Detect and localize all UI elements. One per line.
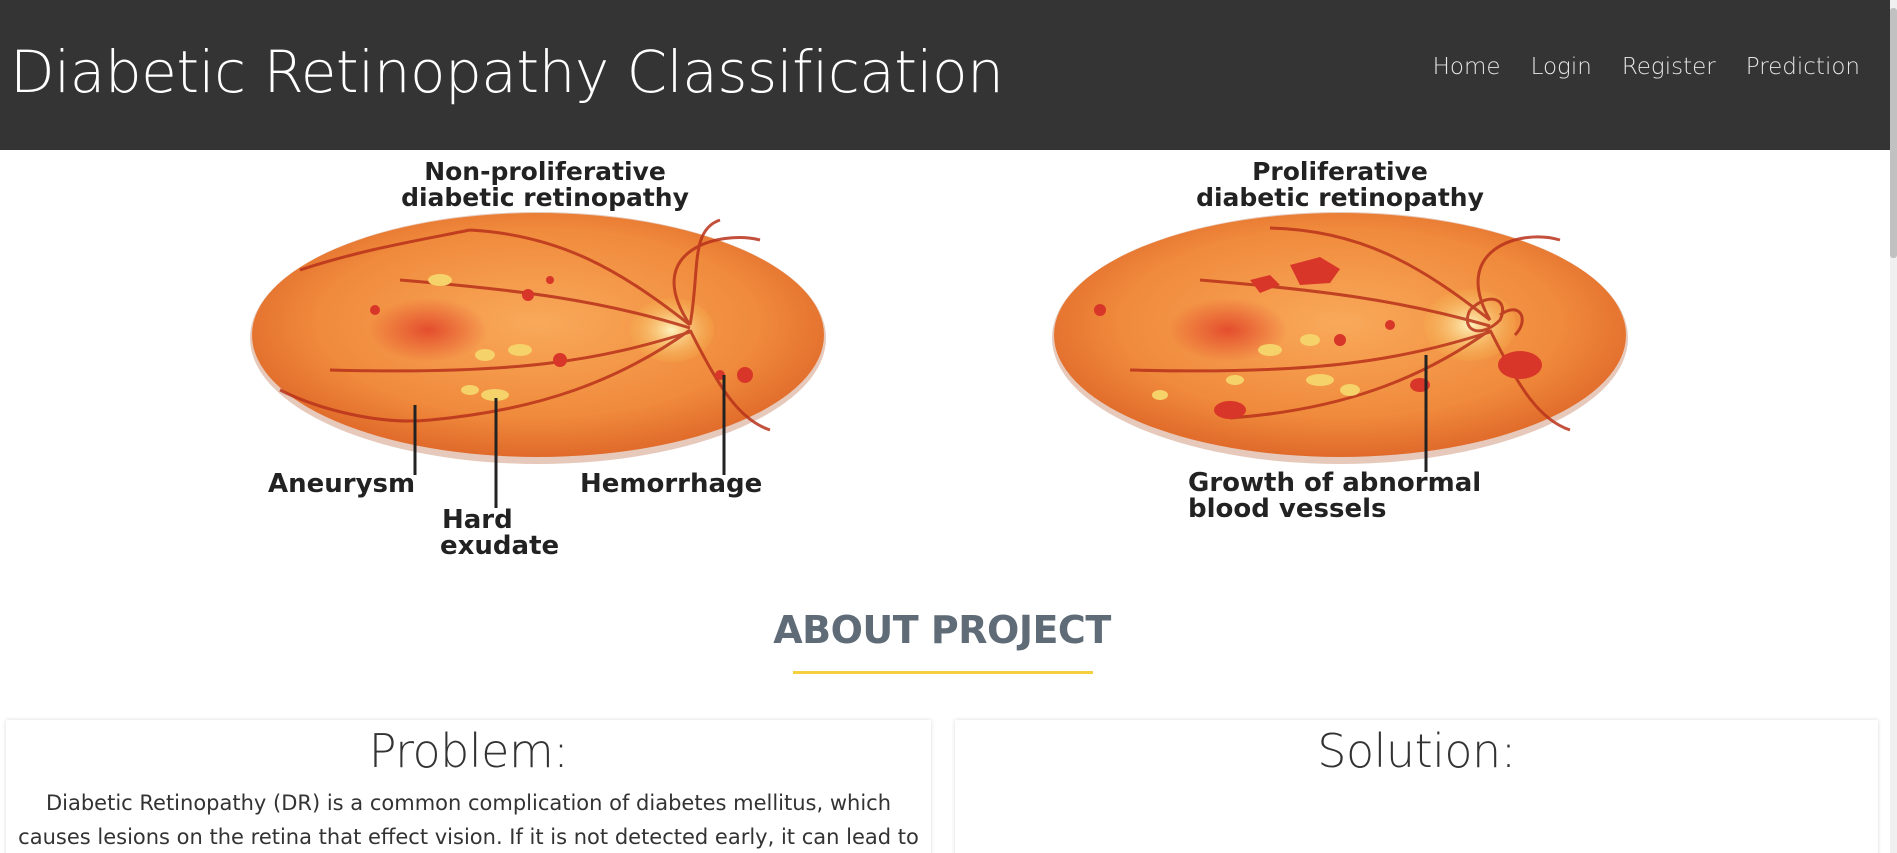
- navbar: Diabetic Retinopathy Classification Home…: [0, 0, 1890, 150]
- solution-title: Solution:: [1317, 724, 1516, 778]
- nav-login[interactable]: Login: [1531, 54, 1592, 80]
- left-retina: [250, 212, 826, 508]
- problem-card: Problem: Diabetic Retinopathy (DR) is a …: [6, 720, 931, 853]
- problem-text: Diabetic Retinopathy (DR) is a common co…: [18, 791, 919, 849]
- hard-exudate-label-line2: exudate: [440, 531, 559, 561]
- solution-card: Solution:: [955, 720, 1878, 853]
- problem-title: Problem:: [368, 724, 569, 778]
- scrollbar-thumb[interactable]: [1890, 8, 1897, 258]
- left-title-line2: diabetic retinopathy: [401, 183, 689, 212]
- heading-underline: [793, 671, 1093, 674]
- nav-home[interactable]: Home: [1433, 54, 1501, 80]
- about-project-heading: ABOUT PROJECT: [773, 608, 1111, 652]
- left-title-line1: Non-proliferative: [424, 157, 666, 186]
- aneurysm-label: Aneurysm: [268, 469, 415, 499]
- brand-title[interactable]: Diabetic Retinopathy Classification: [10, 38, 1004, 106]
- hemorrhage-label: Hemorrhage: [580, 469, 762, 499]
- nav-register[interactable]: Register: [1622, 54, 1716, 80]
- retina-diagram: Non-proliferative diabetic retinopathy P…: [250, 157, 1628, 561]
- right-title-line1: Proliferative: [1252, 157, 1428, 186]
- abnormal-vessels-label-line2: blood vessels: [1188, 494, 1386, 524]
- retinopathy-illustration: Non-proliferative diabetic retinopathy P…: [0, 150, 1890, 570]
- page-scrollbar[interactable]: [1890, 0, 1897, 853]
- nav-prediction[interactable]: Prediction: [1746, 54, 1860, 80]
- main-nav: Home Login Register Prediction: [1433, 54, 1860, 80]
- right-retina: [1052, 212, 1628, 472]
- right-title-line2: diabetic retinopathy: [1196, 183, 1484, 212]
